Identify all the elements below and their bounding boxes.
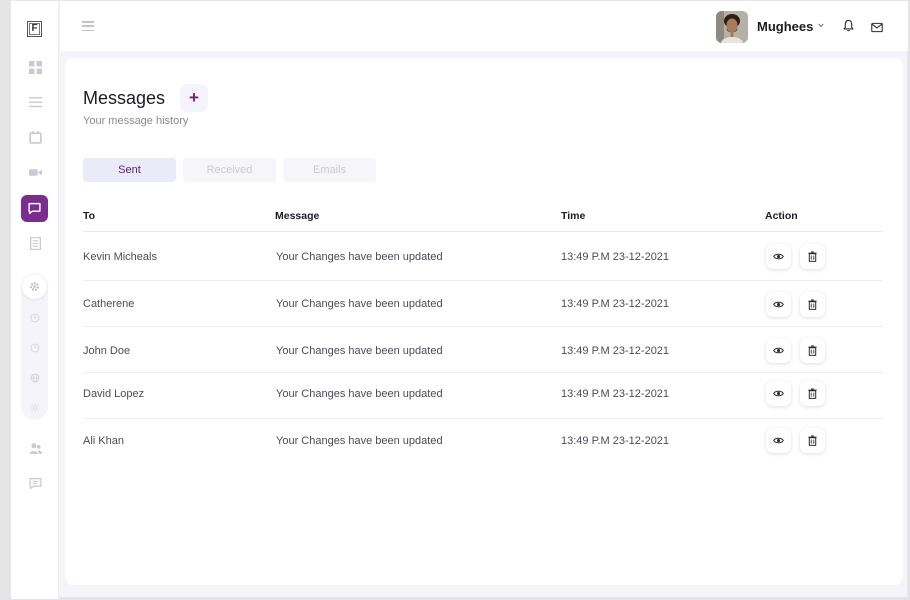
recipient-cell: John Doe (83, 345, 131, 357)
delete-button[interactable] (800, 428, 825, 453)
delete-button[interactable] (800, 244, 825, 269)
recipient-cell: Kevin Micheals (83, 251, 157, 263)
time-cell: 13:49 P.M 23-12-2021 (561, 435, 670, 447)
delete-button[interactable] (800, 292, 825, 317)
view-button[interactable] (766, 292, 791, 317)
page-subtitle: Your message history (83, 115, 189, 127)
app-window: F Mughees Messages + Your message histor… (10, 0, 908, 599)
menu-icon[interactable] (82, 21, 94, 31)
table-row: Catherene Your Changes have been updated… (83, 281, 883, 327)
message-tabs: Sent Received Emails (83, 158, 376, 182)
time-cell: 13:49 P.M 23-12-2021 (561, 298, 670, 310)
eye-icon (773, 390, 784, 397)
time-cell: 13:49 P.M 23-12-2021 (561, 345, 670, 357)
column-header-message: Message (275, 210, 320, 222)
recipient-cell: Catherene (83, 298, 135, 310)
dashboard-icon[interactable] (23, 55, 47, 79)
trash-icon (808, 251, 817, 262)
table-row: David Lopez Your Changes have been updat… (83, 373, 883, 419)
recipient-cell: David Lopez (83, 388, 145, 400)
delete-button[interactable] (800, 381, 825, 406)
users-icon[interactable] (23, 436, 47, 460)
list-icon[interactable] (23, 90, 47, 114)
clock-icon[interactable] (28, 341, 41, 354)
delete-button[interactable] (800, 338, 825, 363)
trash-icon (808, 345, 817, 356)
globe-icon[interactable] (28, 371, 41, 384)
view-button[interactable] (766, 381, 791, 406)
add-message-button[interactable]: + (180, 84, 208, 112)
message-cell: Your Changes have been updated (276, 388, 443, 400)
messages-card: Messages + Your message history Sent Rec… (65, 58, 903, 585)
clock-icon[interactable] (28, 311, 41, 324)
user-name[interactable]: Mughees (757, 19, 813, 34)
sidebar: F (11, 1, 59, 599)
message-cell: Your Changes have been updated (276, 435, 443, 447)
chat-icon[interactable] (21, 195, 48, 222)
recipient-cell: Ali Khan (83, 435, 124, 447)
tab-received[interactable]: Received (183, 158, 276, 182)
table-header: To Message Time Action (83, 204, 883, 232)
bell-icon[interactable] (843, 19, 855, 33)
page-title: Messages (83, 88, 166, 108)
video-icon[interactable] (23, 160, 47, 184)
view-button[interactable] (766, 338, 791, 363)
eye-icon (773, 301, 784, 308)
eye-icon (773, 347, 784, 354)
calendar-icon[interactable] (23, 125, 47, 149)
table-row: John Doe Your Changes have been updated … (83, 327, 883, 373)
trash-icon (808, 435, 817, 446)
time-cell: 13:49 P.M 23-12-2021 (561, 388, 670, 400)
mail-icon[interactable] (871, 20, 884, 33)
view-button[interactable] (766, 428, 791, 453)
column-header-time: Time (561, 210, 586, 222)
chevron-down-icon[interactable] (818, 21, 824, 30)
trash-icon (808, 388, 817, 399)
avatar[interactable] (716, 11, 748, 43)
message-cell: Your Changes have been updated (276, 251, 443, 263)
feedback-icon[interactable] (23, 471, 47, 495)
gear-icon[interactable] (22, 274, 47, 299)
document-icon[interactable] (23, 231, 47, 255)
table-row: Ali Khan Your Changes have been updated … (83, 419, 883, 465)
message-cell: Your Changes have been updated (276, 345, 443, 357)
message-cell: Your Changes have been updated (276, 298, 443, 310)
time-cell: 13:49 P.M 23-12-2021 (561, 251, 670, 263)
settings-group (21, 273, 48, 420)
tab-emails[interactable]: Emails (283, 158, 376, 182)
column-header-to: To (83, 210, 96, 222)
view-button[interactable] (766, 244, 791, 269)
eye-icon (773, 253, 784, 260)
table-row: Kevin Micheals Your Changes have been up… (83, 233, 883, 281)
trash-icon (808, 299, 817, 310)
app-logo[interactable]: F (27, 21, 42, 37)
eye-icon (773, 437, 784, 444)
column-header-action: Action (765, 210, 798, 222)
top-bar: Mughees (60, 1, 908, 51)
tab-sent[interactable]: Sent (83, 158, 176, 182)
sun-icon[interactable] (28, 401, 41, 414)
